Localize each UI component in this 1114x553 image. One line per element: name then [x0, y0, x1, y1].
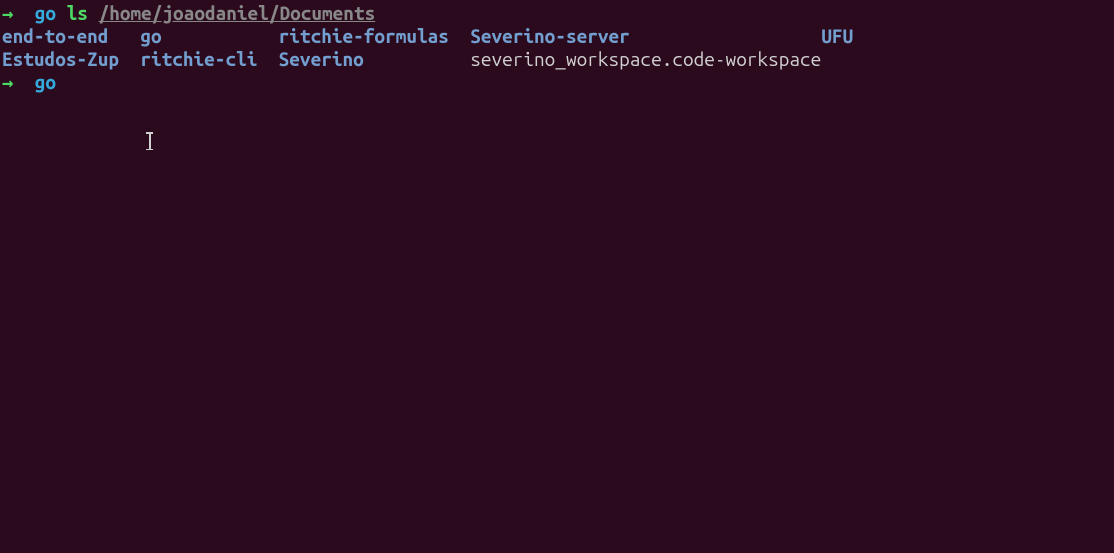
ls-item: Estudos-Zup — [2, 48, 119, 70]
prompt-arrow: → — [2, 2, 13, 24]
ls-item: ritchie-formulas — [279, 25, 449, 47]
ls-item: Severino-server — [470, 25, 630, 47]
prompt-cwd: go — [35, 2, 56, 24]
ls-item: UFU — [821, 25, 853, 47]
ls-item: end-to-end — [2, 25, 108, 47]
prompt-cwd: go — [35, 71, 56, 93]
ls-item: ritchie-cli — [140, 48, 257, 70]
command-path: /home/joaodaniel/Documents — [99, 2, 376, 24]
ls-row-2: Estudos-Zup ritchie-cli Severino severin… — [2, 48, 1112, 71]
ls-item: Severino — [279, 48, 364, 70]
command-ls: ls — [67, 2, 88, 24]
ls-item-file: severino_workspace.code-workspace — [470, 48, 821, 70]
ls-item: go — [140, 25, 161, 47]
terminal-output[interactable]: → go ls /home/joaodaniel/Documentsend-to… — [0, 0, 1114, 96]
prompt-arrow: → — [2, 71, 13, 93]
text-cursor-icon — [149, 132, 150, 150]
ls-row-1: end-to-end go ritchie-formulas Severino-… — [2, 25, 1112, 48]
prompt-line-1: → go ls /home/joaodaniel/Documents — [2, 2, 1112, 25]
prompt-line-2: → go — [2, 71, 1112, 94]
